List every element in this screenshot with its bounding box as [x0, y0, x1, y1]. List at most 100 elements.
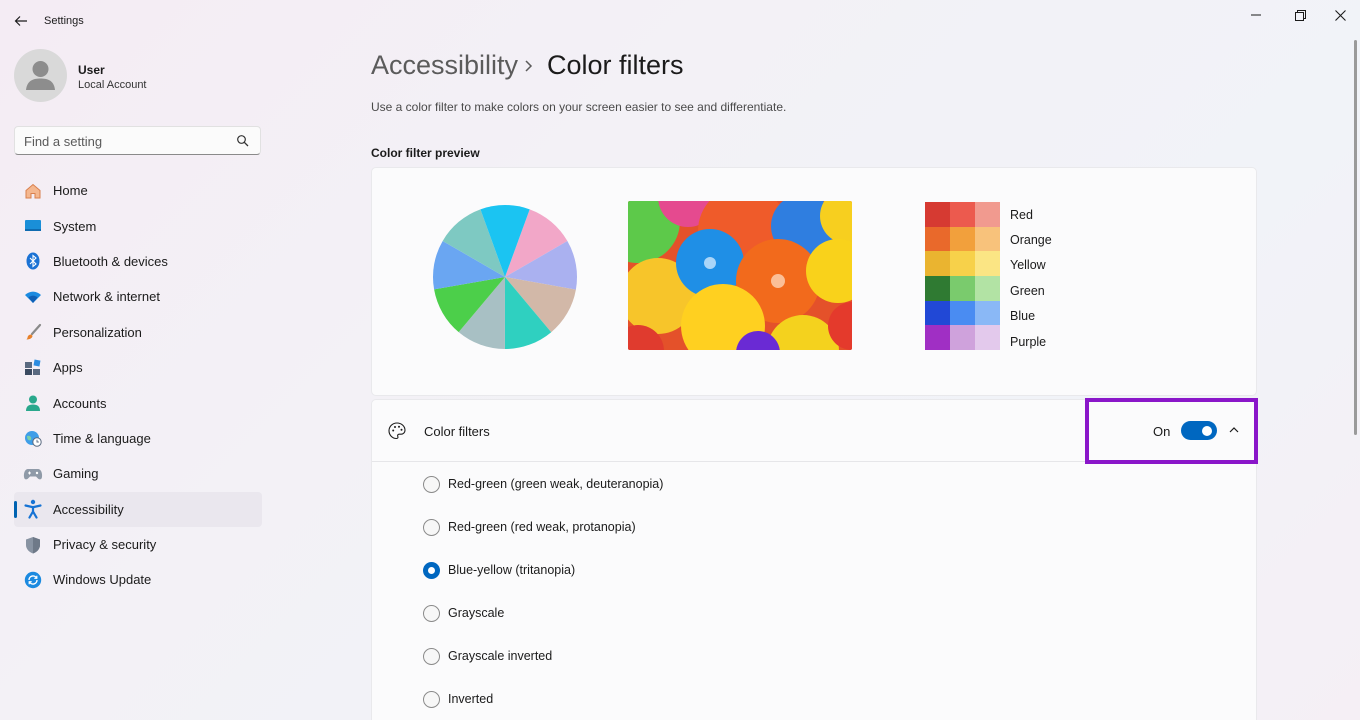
option-inverted[interactable]: Inverted: [423, 689, 493, 709]
color-swatch: [950, 202, 975, 227]
minimize-button[interactable]: [1244, 6, 1268, 24]
accounts-icon: [23, 393, 43, 413]
brush-icon: [23, 322, 43, 342]
sidebar-item-bluetooth[interactable]: Bluetooth & devices: [14, 244, 262, 279]
sidebar-item-network[interactable]: Network & internet: [14, 279, 262, 314]
radio-protanopia[interactable]: [423, 518, 440, 536]
home-icon: [23, 181, 43, 201]
radio-deuteranopia[interactable]: [423, 475, 440, 493]
option-grayscale[interactable]: Grayscale: [423, 603, 504, 623]
sidebar-item-privacy-security[interactable]: Privacy & security: [14, 527, 262, 562]
swatch-label-blue: Blue: [1010, 309, 1036, 324]
color-swatch: [925, 275, 950, 301]
swatch-labels: Red Orange Yellow Green Blue Purple: [1010, 202, 1052, 354]
option-label: Blue-yellow (tritanopia): [448, 563, 576, 577]
minimize-icon: [1251, 14, 1261, 16]
sidebar-item-label: Time & language: [53, 430, 151, 446]
sidebar-item-label: Privacy & security: [53, 537, 157, 553]
radio-grayscale[interactable]: [423, 604, 440, 622]
update-icon: [23, 570, 43, 590]
close-button[interactable]: [1328, 6, 1352, 24]
wifi-icon: [23, 287, 43, 307]
sidebar-item-label: Accounts: [53, 395, 107, 411]
color-swatch: [925, 251, 950, 276]
restore-button[interactable]: [1288, 6, 1312, 24]
search-icon[interactable]: [236, 134, 250, 148]
sidebar-item-accessibility[interactable]: Accessibility: [14, 491, 262, 527]
radio-inverted[interactable]: [423, 690, 440, 708]
sidebar-item-windows-update[interactable]: Windows Update: [14, 562, 262, 597]
sidebar-item-label: Windows Update: [53, 572, 152, 588]
option-label: Grayscale inverted: [448, 649, 553, 663]
sidebar-item-label: Accessibility: [53, 501, 124, 517]
bluetooth-icon: [23, 251, 43, 271]
swatch-label-orange: Orange: [1010, 233, 1052, 248]
title-bar: Settings: [0, 0, 1360, 42]
chevron-right-icon: [525, 60, 533, 72]
sidebar-item-gaming[interactable]: Gaming: [14, 456, 262, 491]
swatch-label-yellow: Yellow: [1010, 258, 1046, 273]
restore-icon: [1294, 9, 1306, 21]
sidebar-item-label: Network & internet: [53, 289, 160, 305]
preview-section-title: Color filter preview: [371, 146, 480, 160]
color-swatch: [975, 325, 1000, 350]
sidebar-item-label: Personalization: [53, 324, 142, 340]
accessibility-icon: [23, 499, 43, 519]
gamepad-icon: [23, 464, 43, 484]
option-label: Red-green (red weak, protanopia): [448, 520, 636, 534]
color-swatch: [975, 202, 1000, 227]
shield-icon: [23, 535, 43, 555]
color-swatch: [975, 300, 1000, 326]
swatch-label-purple: Purple: [1010, 334, 1047, 349]
sidebar-item-home[interactable]: Home: [14, 173, 262, 208]
sidebar-item-time-language[interactable]: Time & language: [14, 421, 262, 456]
color-swatch: [950, 325, 975, 350]
sidebar-item-label: Bluetooth & devices: [53, 253, 168, 269]
globe-clock-icon: [23, 428, 43, 448]
sidebar-item-label: Apps: [53, 360, 83, 376]
color-swatch: [950, 275, 975, 301]
sidebar-item-apps[interactable]: Apps: [14, 350, 262, 385]
color-swatch: [925, 226, 950, 252]
option-label: Inverted: [448, 692, 494, 706]
color-swatch: [950, 226, 975, 252]
app-title: Settings: [44, 15, 84, 27]
scrollbar[interactable]: [1354, 40, 1357, 435]
color-swatch: [975, 275, 1000, 301]
search-box: [14, 126, 261, 155]
option-protanopia[interactable]: Red-green (red weak, protanopia): [423, 517, 636, 537]
sidebar-item-accounts[interactable]: Accounts: [14, 385, 262, 420]
avatar[interactable]: [14, 49, 67, 102]
swatch-label-green: Green: [1010, 283, 1045, 298]
radio-grayscale-inverted[interactable]: [423, 647, 440, 665]
palette-icon: [388, 422, 406, 440]
sidebar-item-label: System: [53, 218, 97, 234]
color-swatch: [925, 300, 950, 326]
account-type: Local Account: [78, 79, 147, 91]
breadcrumb-parent[interactable]: Accessibility: [371, 50, 518, 81]
swatch-label-red: Red: [1010, 207, 1033, 222]
sidebar-item-personalization[interactable]: Personalization: [14, 315, 262, 350]
color-swatch: [925, 325, 950, 350]
highlight-annotation-box: [1085, 398, 1258, 464]
sidebar-nav: Home System Bluetooth & devices Network …: [14, 173, 262, 598]
color-swatch: [975, 251, 1000, 276]
color-swatch: [975, 226, 1000, 252]
preview-color-wheel: [433, 205, 577, 349]
search-input[interactable]: [24, 132, 224, 150]
preview-photo: [628, 201, 852, 350]
user-name: User: [78, 63, 105, 77]
sidebar-item-system[interactable]: System: [14, 208, 262, 243]
sidebar-item-label: Home: [53, 183, 88, 199]
color-swatch: [950, 251, 975, 276]
option-deuteranopia[interactable]: Red-green (green weak, deuteranopia): [423, 474, 663, 494]
option-grayscale-inverted[interactable]: Grayscale inverted: [423, 646, 552, 666]
color-filters-title: Color filters: [424, 424, 490, 439]
radio-tritanopia[interactable]: [423, 561, 440, 579]
color-swatch-grid: [925, 202, 1000, 350]
option-label: Grayscale: [448, 606, 505, 620]
color-swatch: [925, 202, 950, 227]
color-swatch: [950, 300, 975, 326]
option-tritanopia[interactable]: Blue-yellow (tritanopia): [423, 560, 575, 580]
back-button[interactable]: [10, 12, 32, 30]
